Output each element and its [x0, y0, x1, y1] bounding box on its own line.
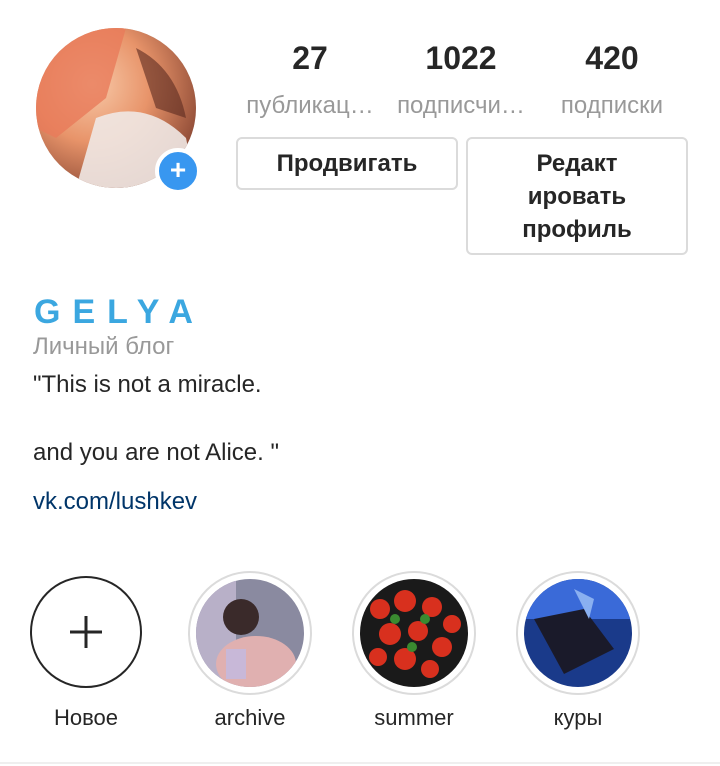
highlight-label-summer: summer: [374, 705, 454, 730]
posts-count: 27: [292, 40, 328, 76]
followers-label: подписчи…: [397, 92, 525, 119]
plus-icon: +: [169, 154, 187, 185]
profile-category: Личный блог: [33, 333, 175, 360]
divider: [0, 762, 720, 764]
archive-cover: [196, 579, 304, 687]
stat-followers[interactable]: 1022 подписчи…: [386, 40, 536, 122]
summer-cover: [360, 579, 468, 687]
stat-posts[interactable]: 27 публикац…: [235, 40, 385, 122]
add-story-badge[interactable]: +: [155, 148, 201, 194]
promote-label: Продвигать: [276, 150, 418, 177]
stat-following[interactable]: 420 подписки: [537, 40, 687, 122]
highlight-summer[interactable]: [352, 571, 476, 695]
highlight-label-new: Новое: [53, 705, 119, 730]
plus-icon: [70, 616, 102, 648]
posts-label: публикац…: [246, 92, 374, 119]
edit-profile-button[interactable]: Редакт ировать профиль: [466, 137, 688, 255]
kury-cover: [524, 579, 632, 687]
highlight-archive[interactable]: [188, 571, 312, 695]
profile-name: GELYA: [34, 293, 205, 331]
highlight-label-archive: archive: [214, 705, 286, 730]
highlight-label-kury: куры: [553, 705, 603, 730]
new-highlight-circle[interactable]: [30, 576, 142, 688]
profile-bio: "This is not a miracle. and you are not …: [33, 371, 280, 466]
profile-link[interactable]: vk.com/lushkev: [33, 486, 197, 518]
followers-count: 1022: [425, 40, 497, 76]
following-count: 420: [585, 40, 639, 76]
edit-profile-label: Редакт ировать профиль: [522, 149, 632, 243]
following-label: подписки: [560, 92, 664, 119]
highlight-kury[interactable]: [516, 571, 640, 695]
promote-button[interactable]: Продвигать: [236, 137, 458, 190]
highlight-new[interactable]: [30, 576, 142, 688]
